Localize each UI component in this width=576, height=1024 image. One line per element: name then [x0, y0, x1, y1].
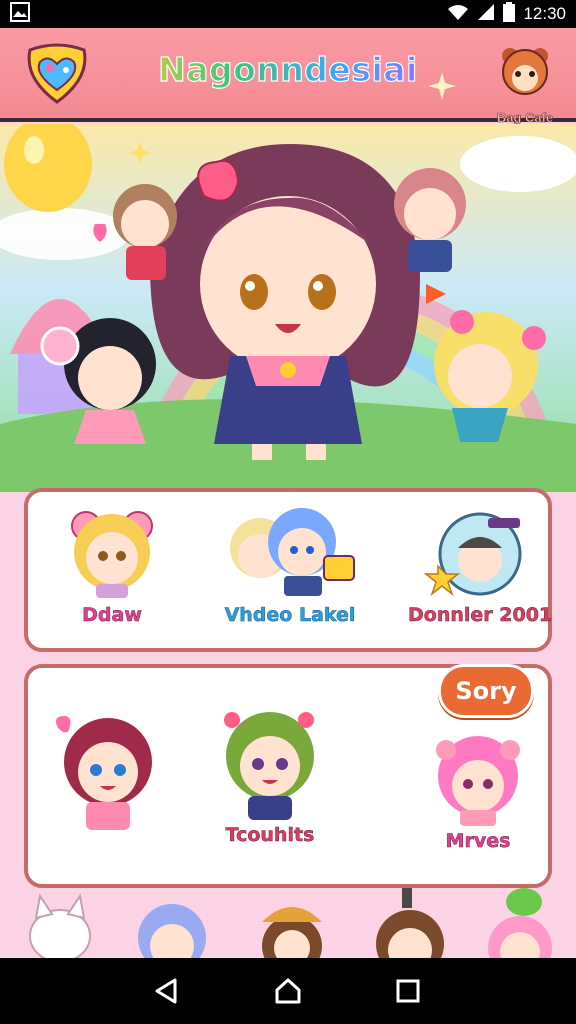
slot-label-mrves: Mrves — [445, 830, 511, 853]
signal-icon — [477, 3, 495, 26]
slot-label-donnler-2001: Donnler 2001 — [408, 604, 553, 627]
sparkle-icon — [428, 72, 456, 104]
back-icon[interactable] — [146, 972, 186, 1010]
blonde-chibi-icon — [71, 511, 153, 598]
sory-button[interactable]: Sory — [438, 664, 534, 718]
slot-label-vhdeo-lakel: Vhdeo Lakel — [224, 604, 356, 627]
hat-bear-chibi-icon — [262, 907, 322, 958]
balloon-icon — [4, 124, 92, 212]
system-nav-bar — [0, 958, 576, 1024]
battery-icon — [503, 1, 516, 27]
pinkhair-chibi-icon — [436, 736, 520, 826]
slot-tcouhits[interactable]: Tcouhits — [200, 708, 340, 846]
slot-label-ddaw: Ddaw — [82, 604, 142, 627]
slot-donnler-2001[interactable]: Donnler 2001 — [408, 504, 553, 627]
clock-time: 12:30 — [523, 4, 566, 23]
character-card-row-1: Ddaw Vhdeo Lakel Donnler 2001 — [24, 488, 552, 652]
slot-label-tcouhits: Tcouhits — [225, 824, 315, 847]
bottom-character-strip — [0, 888, 576, 958]
helmet-chibi-icon — [423, 512, 522, 597]
home-icon[interactable] — [268, 972, 308, 1010]
corner-badge-label: Bag Cafe — [496, 110, 554, 126]
wifi-icon — [447, 3, 469, 26]
gallery-icon — [10, 2, 30, 26]
slot-redhead[interactable] — [48, 712, 168, 836]
hero-illustration — [0, 124, 576, 492]
app-header: Nagonndesiai Bag Cafe — [0, 28, 576, 126]
slot-ddaw[interactable]: Ddaw — [52, 504, 172, 626]
redhead-chibi-icon — [56, 716, 152, 830]
recents-icon[interactable] — [388, 972, 428, 1010]
greenhair-chibi-icon — [224, 712, 314, 820]
slot-mrves[interactable]: Mrves — [412, 730, 544, 852]
duo-chibi-icon — [230, 508, 355, 596]
bear-mascot-icon[interactable] — [488, 42, 562, 114]
status-bar: 12:30 — [0, 0, 576, 28]
slot-vhdeo-lakel[interactable]: Vhdeo Lakel — [214, 504, 366, 626]
